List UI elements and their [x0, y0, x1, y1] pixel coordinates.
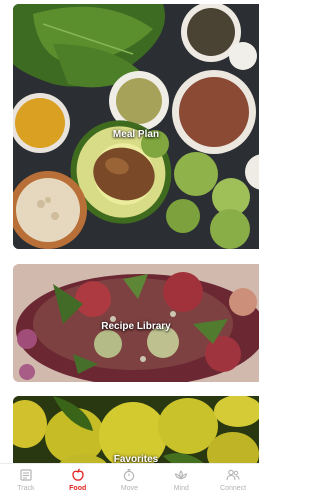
stopwatch-icon [124, 469, 135, 482]
tab-move-label: Move [120, 485, 139, 492]
track-icon [20, 469, 32, 481]
tab-track-label: Track [17, 485, 35, 492]
tab-track[interactable]: Track [0, 464, 52, 498]
recipe-library-label: Recipe Library [101, 321, 171, 332]
meal-plan-label: Meal Plan [112, 129, 160, 140]
tab-food[interactable]: Food [52, 464, 104, 498]
tab-mind[interactable]: Mind [155, 464, 207, 498]
lotus-icon [175, 470, 188, 480]
favorites-card[interactable]: Favorites [13, 396, 259, 464]
tab-food-label: Food [69, 485, 87, 492]
tab-connect-label: Connect [220, 485, 247, 492]
recipe-library-card[interactable]: Recipe Library [13, 264, 259, 382]
tab-connect[interactable]: Connect [207, 464, 259, 498]
tab-mind-label: Mind [173, 485, 189, 492]
meal-plan-card[interactable]: Meal Plan [13, 4, 259, 249]
people-icon [226, 469, 240, 481]
category-list[interactable]: Meal Plan Recipe Library Favorites [0, 0, 259, 464]
tab-move[interactable]: Move [104, 464, 156, 498]
meal-plan-image [13, 4, 259, 249]
food-screen: Meal Plan Recipe Library Favorites Track… [0, 0, 259, 498]
bottom-tab-bar: Track Food Move Mind Connect [0, 463, 259, 498]
apple-icon [72, 468, 84, 481]
